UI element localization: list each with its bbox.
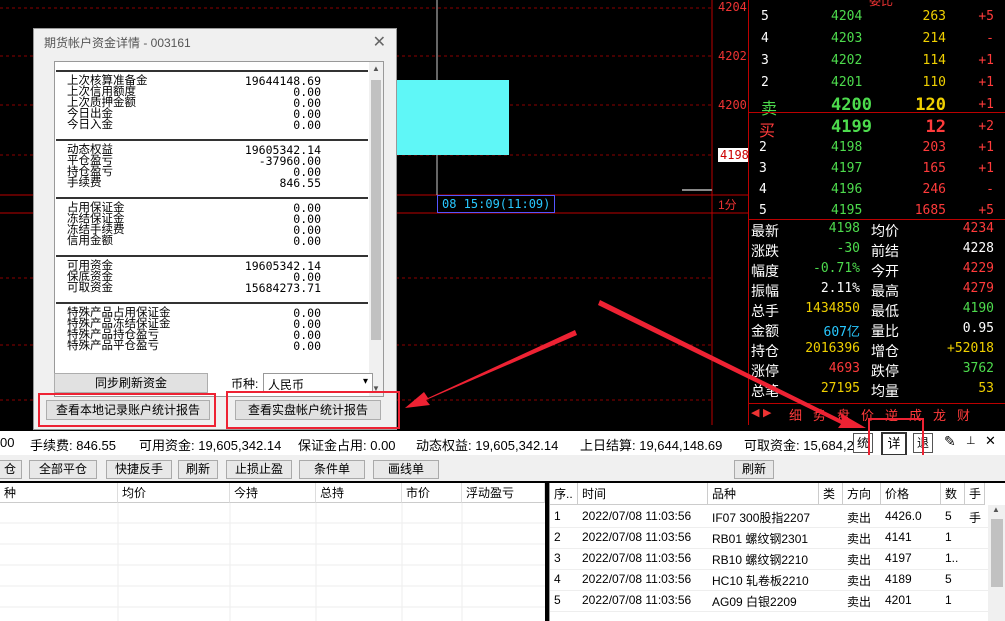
margin-status: 保证金占用: 0.00 [298,438,396,453]
conditional-order-button[interactable]: 条件单 [299,460,365,479]
table-cell: 2022/07/08 11:03:56 [582,572,692,586]
table-row[interactable]: 1 2022/07/08 11:03:56 IF07 300股指2207 卖出 4426… [550,506,1005,528]
table-cell: AG09 白银2209 [712,595,797,609]
table-row[interactable]: 3 2022/07/08 11:03:56 RB10 螺纹钢2210 卖出 4197 1.… [550,548,1005,570]
table-cell: 卖出 [847,511,872,525]
table-cell: 卖出 [847,595,872,609]
table-cell: 3 [554,551,561,565]
orders-refresh-button[interactable]: 刷新 [734,460,774,479]
available-funds-status: 可用资金: 19,605,342.14 [139,438,282,453]
column-header[interactable]: 手 [965,483,985,505]
quick-reverse-button[interactable]: 快捷反手 [106,460,172,479]
table-cell: 1 [945,530,952,544]
status-item: 00 [0,435,15,450]
column-header[interactable]: 数 [941,483,965,505]
table-cell: 卖出 [847,532,872,546]
table-cell: 5 [945,509,952,523]
table-cell: 卖出 [847,574,872,588]
table-cell: 2022/07/08 11:03:56 [582,509,692,523]
grid-lines [0,503,545,621]
table-cell: 4189 [885,572,912,586]
table-cell: 5 [945,572,952,586]
orders-scrollbar[interactable]: ▲ [988,505,1005,621]
position-button[interactable]: 仓 [0,460,22,479]
table-cell: 卖出 [847,553,872,567]
table-row[interactable]: 5 2022/07/08 11:03:56 AG09 白银2209 卖出 4201 1 [550,590,1005,612]
trade-toolbar: 仓 全部平仓 快捷反手 刷新 止损止盈 条件单 画线单 刷新 [0,455,1005,481]
table-cell: 手 [969,511,982,525]
column-header[interactable]: 种 [0,483,118,503]
column-header[interactable]: 市价 [402,483,462,503]
table-cell: 4 [554,572,561,586]
scroll-up-icon[interactable]: ▲ [992,505,1000,514]
settlement-status: 上日结算: 19,644,148.69 [580,438,723,453]
column-header[interactable]: 序.. [550,483,578,505]
column-header[interactable]: 总持 [316,483,402,503]
table-cell: 4197 [885,551,912,565]
table-cell: IF07 300股指2207 [712,511,811,525]
table-cell: 2022/07/08 11:03:56 [582,551,692,565]
table-cell: RB10 螺纹钢2210 [712,553,809,567]
table-cell: 2 [554,530,561,544]
account-status-bar: 00 手续费: 846.55 可用资金: 19,605,342.14 保证金占用… [0,431,1005,456]
table-cell: 4201 [885,593,912,607]
column-header[interactable]: 时间 [578,483,708,505]
pin-icon[interactable]: ⊥ [966,434,976,447]
equity-status: 动态权益: 19,605,342.14 [416,438,559,453]
table-cell: RB01 螺纹钢2301 [712,532,809,546]
column-header[interactable]: 浮动盈亏 [462,483,545,503]
fee-status: 手续费: 846.55 [30,438,116,453]
column-header[interactable]: 品种 [708,483,819,505]
stop-loss-button[interactable]: 止损止盈 [226,460,292,479]
table-cell: 5 [554,593,561,607]
positions-table: 种 均价 今持 总持 市价 浮动盈亏 [0,483,545,621]
table-cell: 1 [554,509,561,523]
table-cell: 1.. [945,551,959,565]
refresh-button[interactable]: 刷新 [178,460,218,479]
column-header[interactable]: 方向 [843,483,881,505]
table-cell: HC10 轧卷板2210 [712,574,809,588]
table-row[interactable]: 2 2022/07/08 11:03:56 RB01 螺纹钢2301 卖出 4141 1 [550,527,1005,549]
table-cell: 4426.0 [885,509,922,523]
wrench-icon[interactable]: ✎ [944,433,956,450]
table-row[interactable]: 4 2022/07/08 11:03:56 HC10 轧卷板2210 卖出 4189 5 [550,569,1005,591]
orders-table: 序.. 时间 品种类方向 价格数手 1 2022/07/08 11:03:56 IF07 … [549,483,1005,621]
close-all-button[interactable]: 全部平仓 [29,460,97,479]
column-header[interactable]: 均价 [118,483,230,503]
column-header[interactable]: 今持 [230,483,316,503]
withdrawable-status: 可取资金: 15,684,2 [744,438,854,453]
scroll-thumb[interactable] [991,519,1003,587]
line-order-button[interactable]: 画线单 [373,460,439,479]
column-header[interactable]: 价格 [881,483,941,505]
column-header[interactable]: 类 [819,483,843,505]
table-cell: 1 [945,593,952,607]
table-cell: 2022/07/08 11:03:56 [582,593,692,607]
table-cell: 2022/07/08 11:03:56 [582,530,692,544]
close-panel-icon[interactable]: ✕ [985,433,996,449]
table-cell: 4141 [885,530,912,544]
